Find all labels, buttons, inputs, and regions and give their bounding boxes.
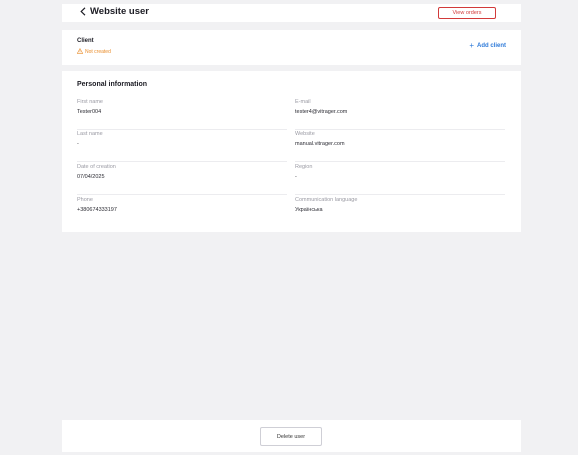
section-title: Personal information bbox=[77, 81, 148, 88]
field-value: - bbox=[77, 141, 79, 147]
plus-icon[interactable]: + bbox=[469, 42, 474, 50]
field-label: Website bbox=[295, 131, 315, 137]
field-label: Last name bbox=[77, 131, 103, 137]
view-orders-button[interactable]: View orders bbox=[438, 7, 496, 19]
add-client-label: Add client bbox=[476, 43, 506, 49]
client-label: Client bbox=[77, 38, 94, 44]
personal-information-section: Personal information First name Tester00… bbox=[62, 71, 521, 232]
client-status: Not created bbox=[76, 47, 111, 56]
field-value: 07/04/2025 bbox=[77, 174, 105, 180]
field-region: Region - bbox=[295, 164, 505, 195]
field-last-name: Last name - bbox=[77, 131, 287, 162]
add-client-button[interactable]: + Add client bbox=[469, 42, 506, 50]
field-value: - bbox=[295, 174, 297, 180]
field-value: Українська bbox=[295, 207, 323, 213]
field-value: +380674333197 bbox=[77, 207, 117, 213]
chevron-left-icon[interactable] bbox=[80, 7, 86, 16]
client-status-text: Not created bbox=[85, 49, 111, 55]
field-value: manual.vitrager.com bbox=[295, 141, 345, 147]
client-section: Client Not created + Add client bbox=[62, 30, 521, 65]
field-label: Region bbox=[295, 164, 313, 170]
delete-user-button[interactable]: Delete user bbox=[260, 427, 322, 446]
field-email: E-mail tester4@vitrager.com bbox=[295, 99, 505, 130]
field-label: E-mail bbox=[295, 99, 311, 105]
field-first-name: First name Tester004 bbox=[77, 99, 287, 130]
header-bar: Website user View orders bbox=[62, 4, 521, 22]
field-date-of-creation: Date of creation 07/04/2025 bbox=[77, 164, 287, 195]
field-label: Communication language bbox=[295, 197, 358, 203]
footer-bar: Delete user bbox=[62, 420, 521, 452]
field-value: tester4@vitrager.com bbox=[295, 109, 348, 115]
field-label: Date of creation bbox=[77, 164, 116, 170]
back-button[interactable]: Website user bbox=[80, 6, 149, 17]
page-title: Website user bbox=[90, 6, 149, 17]
field-website: Website manual.vitrager.com bbox=[295, 131, 505, 162]
field-label: Phone bbox=[77, 197, 93, 203]
field-label: First name bbox=[77, 99, 103, 105]
field-value: Tester004 bbox=[77, 109, 102, 115]
field-communication-language: Communication language Українська bbox=[295, 197, 505, 228]
field-phone: Phone +380674333197 bbox=[77, 197, 287, 228]
warning-icon bbox=[76, 47, 84, 56]
